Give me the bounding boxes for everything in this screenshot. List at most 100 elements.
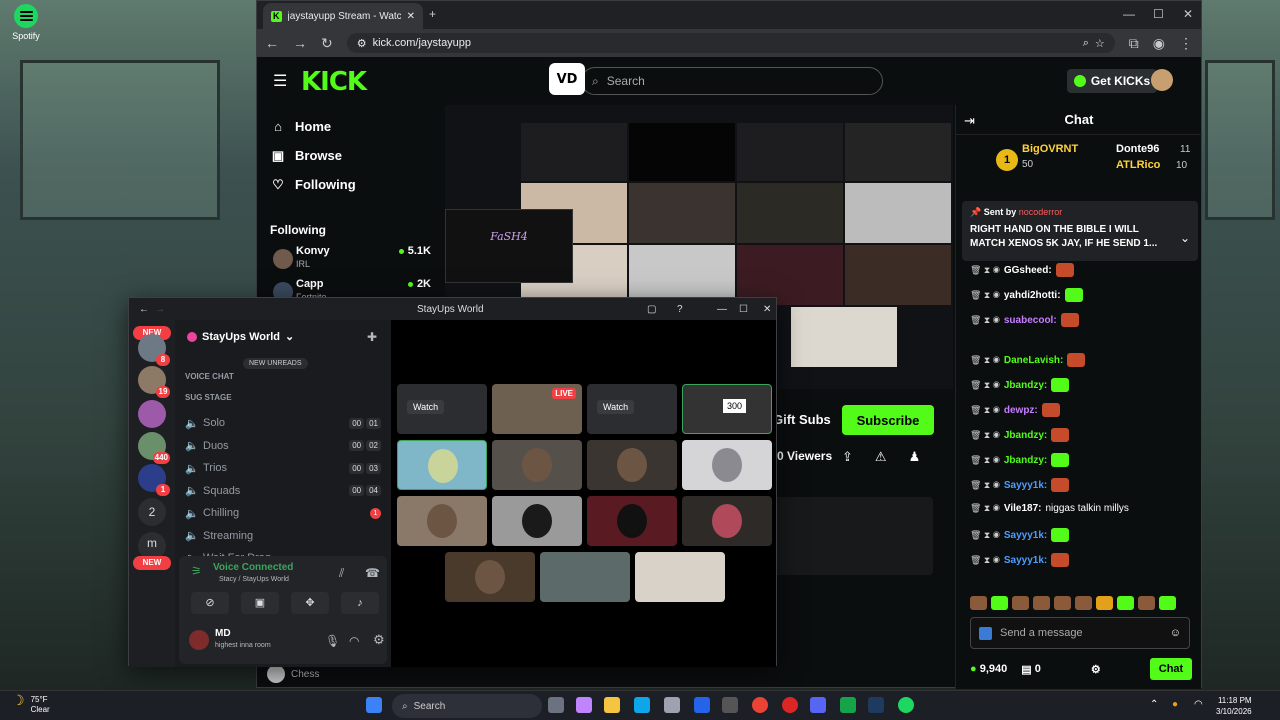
reload-icon[interactable]: ↻ bbox=[321, 35, 333, 52]
user-avatar[interactable] bbox=[1151, 69, 1173, 91]
leader-name[interactable]: ATLRico bbox=[1116, 159, 1160, 171]
chat-settings-gear-icon[interactable]: ⚙ bbox=[1091, 663, 1101, 676]
video-tile[interactable] bbox=[682, 496, 772, 546]
mod-action-icons[interactable]: 🗑 ⧗ ◉ bbox=[970, 455, 1000, 466]
chat-username[interactable]: Sayyy1k: bbox=[1004, 530, 1047, 541]
help-icon[interactable]: ? bbox=[677, 304, 683, 315]
category-stage[interactable]: SUG STAGE bbox=[185, 393, 232, 402]
voice-channel[interactable]: 🔈 Solo 00 01 bbox=[185, 414, 381, 432]
edge-browser-icon[interactable] bbox=[634, 697, 650, 713]
emote-icon[interactable] bbox=[1096, 596, 1113, 610]
emote-icon[interactable] bbox=[970, 596, 987, 610]
share-icon[interactable]: ⇪ bbox=[842, 449, 853, 465]
server-name-header[interactable]: StayUps World ⌄ bbox=[187, 330, 294, 343]
category-voice-chat[interactable]: VOICE CHAT bbox=[185, 372, 234, 381]
chat-username[interactable]: Sayyy1k: bbox=[1004, 555, 1047, 566]
screen-share-icon[interactable]: ▢ bbox=[647, 304, 656, 315]
back-arrow-icon[interactable]: ← bbox=[139, 304, 149, 315]
chat-username[interactable]: Vile187: bbox=[1004, 503, 1042, 514]
close-window-button[interactable]: ✕ bbox=[763, 304, 771, 315]
task-view-icon[interactable] bbox=[548, 697, 564, 713]
forward-arrow-icon[interactable]: → bbox=[155, 304, 165, 315]
stream-preview-tile[interactable]: Watch bbox=[587, 384, 677, 434]
new-unreads-pill[interactable]: NEW UNREADS bbox=[243, 358, 308, 369]
chat-username[interactable]: DaneLavish: bbox=[1004, 355, 1063, 366]
chat-message-input[interactable]: Send a message ☺ bbox=[970, 617, 1190, 649]
avatar[interactable] bbox=[189, 630, 209, 650]
mod-action-icons[interactable]: 🗑 ⧗ ◉ bbox=[970, 503, 1000, 514]
chevron-down-icon[interactable]: ⌄ bbox=[1180, 231, 1190, 245]
back-arrow-icon[interactable]: ← bbox=[265, 35, 279, 51]
mod-action-icons[interactable]: 🗑 ⧗ ◉ bbox=[970, 530, 1000, 541]
live-stream-tile[interactable]: LIVE bbox=[492, 384, 582, 434]
gift-icon[interactable]: ▤ bbox=[1021, 663, 1031, 676]
watch-stream-button[interactable]: Watch bbox=[597, 400, 635, 414]
emote-icon[interactable] bbox=[1138, 596, 1155, 610]
server-icon[interactable]: 2 bbox=[138, 498, 166, 526]
subscribe-button[interactable]: Subscribe bbox=[842, 405, 934, 435]
video-tile[interactable] bbox=[587, 440, 677, 490]
mod-action-icons[interactable]: 🗑 ⧗ ◉ bbox=[970, 315, 1000, 326]
send-chat-button[interactable]: Chat bbox=[1150, 658, 1192, 680]
voice-channel[interactable]: 🔈 Duos 00 02 bbox=[185, 437, 381, 455]
weather-widget[interactable]: ☽ 75°F Clear bbox=[12, 693, 50, 715]
steam-icon[interactable] bbox=[868, 697, 884, 713]
chat-username[interactable]: Jbandzy: bbox=[1004, 430, 1047, 441]
user-settings-gear-icon[interactable]: ⚙ bbox=[373, 632, 385, 648]
clock[interactable]: 11:18 PM 3/10/2026 bbox=[1216, 695, 1252, 717]
mod-action-icons[interactable]: 🗑 ⧗ ◉ bbox=[970, 265, 1000, 276]
store-icon[interactable] bbox=[664, 697, 680, 713]
browser-tab-active[interactable]: K jaystayupp Stream - Watch Live ✕ bbox=[263, 3, 423, 29]
gift-subs-button[interactable]: Gift Subs bbox=[773, 405, 837, 435]
kick-emote-picker-icon[interactable] bbox=[979, 626, 992, 640]
xbox-icon[interactable] bbox=[840, 697, 856, 713]
outlook-icon[interactable] bbox=[694, 697, 710, 713]
emoji-icon[interactable]: ☺ bbox=[1170, 627, 1181, 639]
profile-icon[interactable]: ◉ bbox=[1153, 35, 1165, 52]
follow-user-icon[interactable]: ♟ bbox=[909, 449, 921, 465]
zoom-icon[interactable]: ⌕ bbox=[1083, 37, 1089, 50]
video-tile[interactable] bbox=[587, 496, 677, 546]
emote-icon[interactable] bbox=[1159, 596, 1176, 610]
mod-action-icons[interactable]: 🗑 ⧗ ◉ bbox=[970, 380, 1000, 391]
tray-chevron-icon[interactable]: ⌃ bbox=[1150, 699, 1158, 710]
video-tile[interactable] bbox=[540, 552, 630, 602]
maximize-button[interactable]: ☐ bbox=[1153, 7, 1164, 21]
start-menu-icon[interactable] bbox=[366, 697, 382, 713]
hamburger-menu-icon[interactable]: ☰ bbox=[273, 71, 287, 91]
leader-name[interactable]: BigOVRNT bbox=[1022, 143, 1078, 155]
disconnect-icon[interactable]: ☎ bbox=[365, 566, 380, 580]
file-explorer-icon[interactable] bbox=[604, 697, 620, 713]
bookmark-star-icon[interactable]: ☆ bbox=[1095, 37, 1105, 50]
address-bar[interactable]: ⚙ kick.com/jaystayupp ⌕ ☆ bbox=[346, 33, 1115, 53]
chat-username[interactable]: suabecool: bbox=[1004, 315, 1057, 326]
copilot-icon[interactable] bbox=[576, 697, 592, 713]
headphones-icon[interactable]: ◠ bbox=[349, 634, 359, 648]
chat-username[interactable]: GGsheed: bbox=[1004, 265, 1052, 276]
activities-button[interactable]: ✥ bbox=[291, 592, 329, 614]
following-channel-row[interactable]: Konvy IRL 5.1K bbox=[269, 245, 441, 275]
mod-action-icons[interactable]: 🗑 ⧗ ◉ bbox=[970, 430, 1000, 441]
discord-icon[interactable] bbox=[810, 697, 826, 713]
close-window-button[interactable]: ✕ bbox=[1183, 7, 1193, 21]
emote-icon[interactable] bbox=[1054, 596, 1071, 610]
nav-home[interactable]: ⌂ Home bbox=[271, 119, 331, 134]
soundboard-button[interactable]: ♪ bbox=[341, 592, 379, 614]
voice-channel[interactable]: 🔈 Trios 00 03 bbox=[185, 459, 381, 477]
voice-channel[interactable]: 🔈 Squads 00 04 bbox=[185, 482, 381, 500]
emote-icon[interactable] bbox=[991, 596, 1008, 610]
new-tab-button[interactable]: + bbox=[429, 7, 436, 21]
taskbar-search[interactable]: ⌕ Search bbox=[392, 694, 542, 718]
spotify-icon[interactable] bbox=[898, 697, 914, 713]
noise-suppression-icon[interactable]: ⫽ bbox=[339, 566, 344, 581]
mod-action-icons[interactable]: 🗑 ⧗ ◉ bbox=[970, 355, 1000, 366]
sidebar-item-chess[interactable]: Chess bbox=[267, 665, 417, 683]
nav-following[interactable]: ♡ Following bbox=[271, 177, 355, 192]
video-tile[interactable] bbox=[682, 440, 772, 490]
tab-close-icon[interactable]: ✕ bbox=[407, 11, 415, 22]
extensions-icon[interactable]: ⧉ bbox=[1129, 35, 1139, 52]
server-icon[interactable]: 8 bbox=[138, 334, 170, 366]
emote-icon[interactable] bbox=[1075, 596, 1092, 610]
mic-tray-icon[interactable]: ● bbox=[1172, 699, 1178, 710]
server-icon[interactable]: 1 bbox=[138, 464, 170, 496]
